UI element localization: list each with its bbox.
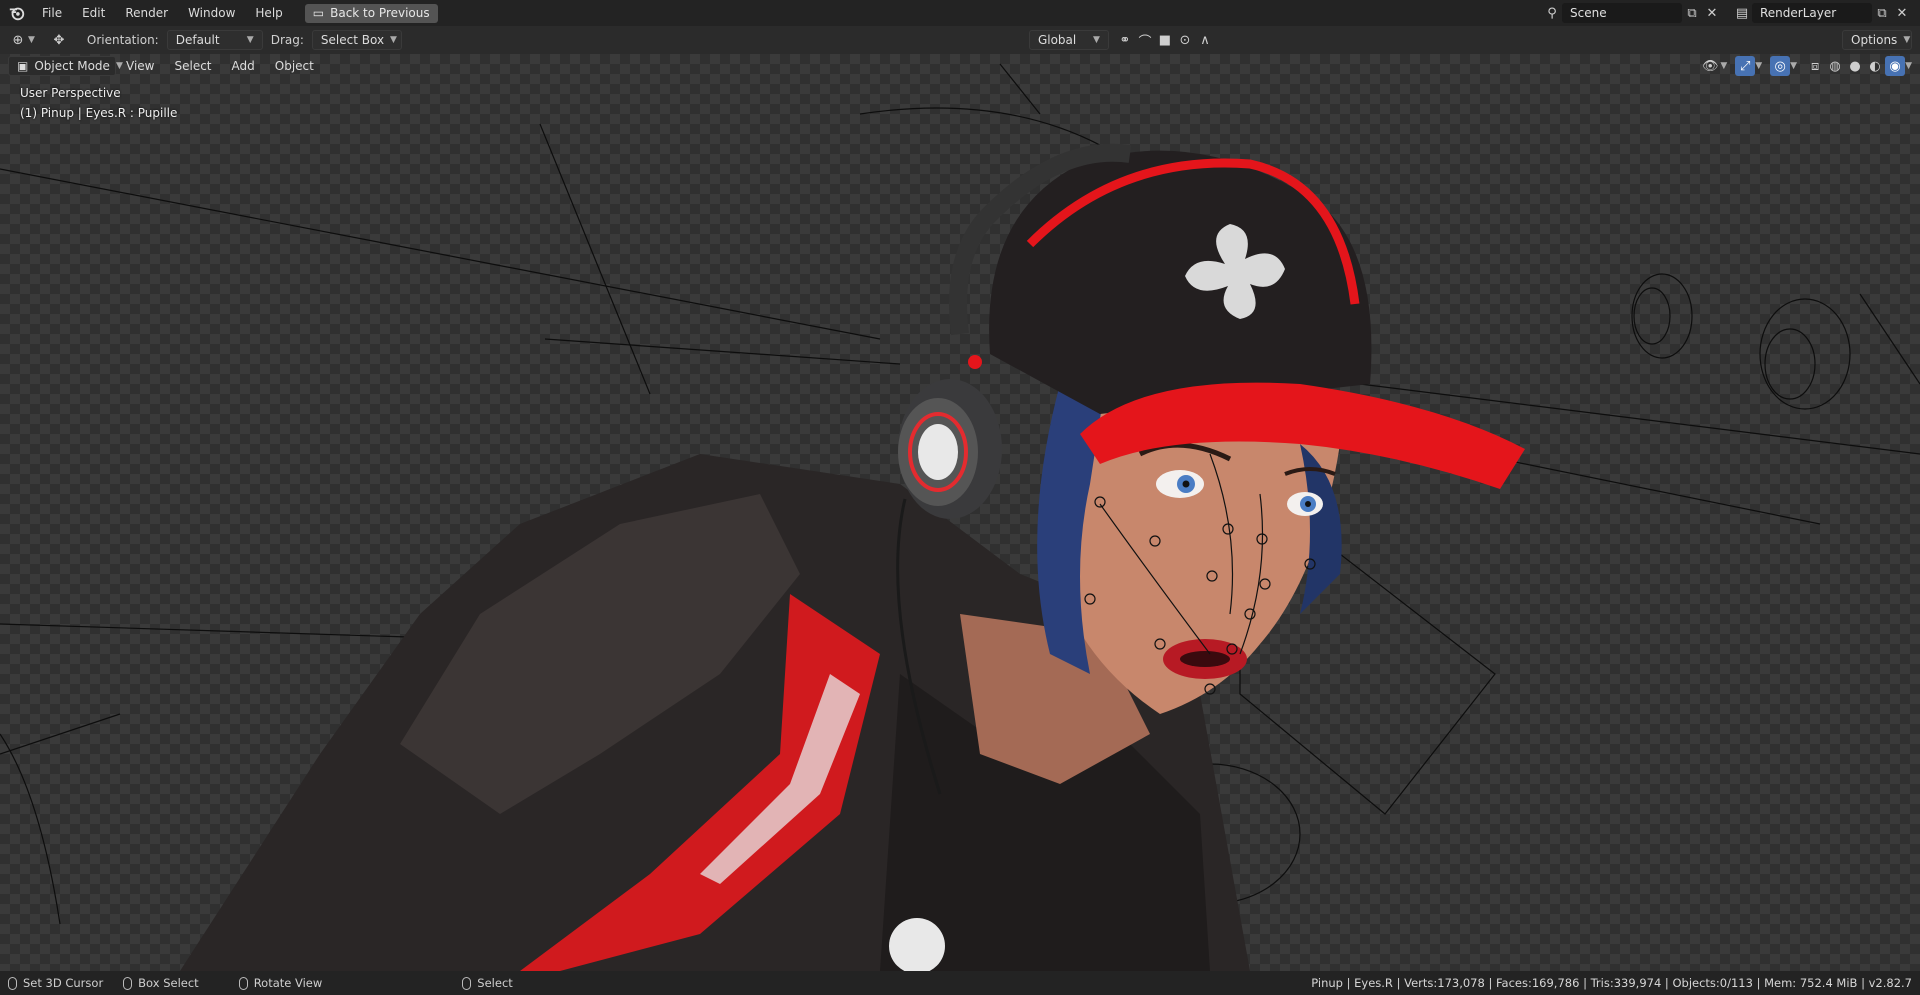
3d-viewport[interactable]: User Perspective (1) Pinup | Eyes.R : Pu…: [0, 54, 1920, 971]
screen-icon: ▭: [312, 6, 325, 20]
transform-orientation-value: Global: [1037, 33, 1077, 47]
mode-value: Object Mode: [34, 59, 110, 73]
drag-value: Select Box: [320, 33, 385, 47]
new-layer-icon[interactable]: ⧉: [1872, 3, 1892, 23]
pupil-right: [1305, 501, 1311, 507]
scene-selector-icon[interactable]: ⚲: [1542, 3, 1562, 23]
snap-target-icon[interactable]: ■: [1155, 30, 1175, 50]
new-scene-icon[interactable]: ⧉: [1682, 3, 1702, 23]
headphone-light: [968, 355, 982, 369]
pupil-left: [1182, 480, 1190, 488]
overlays-icon[interactable]: ◎: [1770, 56, 1791, 76]
object-mode-icon: ▣: [17, 59, 29, 73]
menu-edit[interactable]: Edit: [72, 6, 115, 20]
proportional-edit-icon[interactable]: ⊙: [1175, 30, 1195, 50]
mouse-left-icon: [8, 976, 17, 990]
status-bar: Set 3D Cursor Box Select Rotate View Sel…: [0, 971, 1920, 995]
delete-layer-icon[interactable]: ✕: [1892, 3, 1912, 23]
scene-name-field[interactable]: Scene: [1562, 3, 1682, 23]
selection-info: (1) Pinup | Eyes.R : Pupille: [20, 106, 178, 120]
mode-dropdown[interactable]: ▣ Object Mode ▼: [8, 56, 123, 76]
snap-icon[interactable]: ⌒: [1135, 30, 1155, 50]
blender-logo-icon[interactable]: [8, 4, 26, 22]
menu-file[interactable]: File: [32, 6, 72, 20]
pivot-point-icon[interactable]: ⚭: [1115, 30, 1135, 50]
scene-statistics: Pinup | Eyes.R | Verts:173,078 | Faces:1…: [1311, 976, 1912, 990]
orientation-label: Orientation:: [86, 33, 159, 47]
hint-box-select-label: Box Select: [138, 976, 199, 990]
falloff-icon[interactable]: ∧: [1195, 30, 1215, 50]
mouth-inner: [1180, 651, 1230, 667]
editor-type-icon[interactable]: ⊕: [8, 30, 28, 50]
view-layer-icon[interactable]: ▤: [1732, 3, 1752, 23]
menu-help[interactable]: Help: [245, 6, 292, 20]
mouse-right-icon: [462, 976, 472, 990]
options-dropdown[interactable]: Options ▼: [1842, 30, 1912, 50]
wireframe-shading-icon[interactable]: ◍: [1825, 56, 1845, 76]
move-tool-icon[interactable]: ✥: [49, 30, 69, 50]
chevron-down-icon[interactable]: ▼: [1720, 61, 1727, 71]
hint-select: Select: [462, 976, 513, 990]
chevron-down-icon[interactable]: ▼: [1905, 61, 1912, 71]
menu-render[interactable]: Render: [115, 6, 178, 20]
visibility-icon[interactable]: 👁: [1700, 56, 1720, 76]
menu-select[interactable]: Select: [164, 59, 221, 73]
menu-add[interactable]: Add: [222, 59, 265, 73]
back-to-previous-label: Back to Previous: [330, 6, 430, 20]
chevron-down-icon: ▼: [1093, 35, 1100, 45]
back-to-previous-button[interactable]: ▭ Back to Previous: [304, 3, 438, 23]
chevron-down-icon[interactable]: ▼: [1790, 61, 1797, 71]
mouse-drag-icon: [123, 976, 133, 990]
chevron-down-icon: ▼: [1903, 35, 1911, 45]
hint-set-cursor-label: Set 3D Cursor: [23, 976, 104, 990]
mouse-middle-icon: [238, 976, 248, 990]
orientation-value: Default: [175, 33, 220, 47]
scene-render: [0, 63, 1920, 971]
gizmo-icon[interactable]: ⤢: [1735, 56, 1756, 76]
hint-select-label: Select: [477, 976, 513, 990]
top-bar: File Edit Render Window Help ▭ Back to P…: [0, 0, 1920, 26]
menu-object[interactable]: Object: [265, 59, 324, 73]
drag-label: Drag:: [270, 33, 304, 47]
cap-crown: [989, 150, 1372, 414]
viewport-header: ▣ Object Mode ▼ View Select Add Object 👁…: [0, 54, 1920, 78]
orientation-dropdown[interactable]: Default ▼: [166, 30, 263, 50]
hint-set-cursor: Set 3D Cursor: [8, 976, 103, 990]
xray-icon[interactable]: ⧈: [1805, 56, 1825, 76]
hint-box-select: Box Select: [123, 976, 199, 990]
menu-window[interactable]: Window: [178, 6, 245, 20]
hint-rotate-view: Rotate View: [238, 976, 323, 990]
chevron-down-icon: ▼: [390, 35, 397, 45]
rendered-shading-icon[interactable]: ◉: [1885, 56, 1906, 76]
chevron-down-icon[interactable]: ▼: [1755, 61, 1762, 71]
solid-shading-icon[interactable]: ●: [1845, 56, 1865, 76]
options-label: Options: [1851, 33, 1898, 47]
render-layer-field[interactable]: RenderLayer: [1752, 3, 1872, 23]
editor-type-caret-icon[interactable]: ▼: [28, 35, 35, 45]
headphone-center: [918, 424, 958, 480]
chevron-down-icon: ▼: [246, 35, 254, 45]
drag-dropdown[interactable]: Select Box ▼: [311, 30, 402, 50]
menu-view[interactable]: View: [116, 59, 164, 73]
material-shading-icon[interactable]: ◐: [1865, 56, 1885, 76]
perspective-label: User Perspective: [20, 86, 121, 100]
delete-scene-icon[interactable]: ✕: [1702, 3, 1722, 23]
tool-settings-bar: ⊕ ▼ ✥ Orientation: Default ▼ Drag: Selec…: [0, 26, 1920, 54]
hint-rotate-view-label: Rotate View: [253, 976, 323, 990]
transform-orientation-dropdown[interactable]: Global ▼: [1028, 30, 1109, 50]
